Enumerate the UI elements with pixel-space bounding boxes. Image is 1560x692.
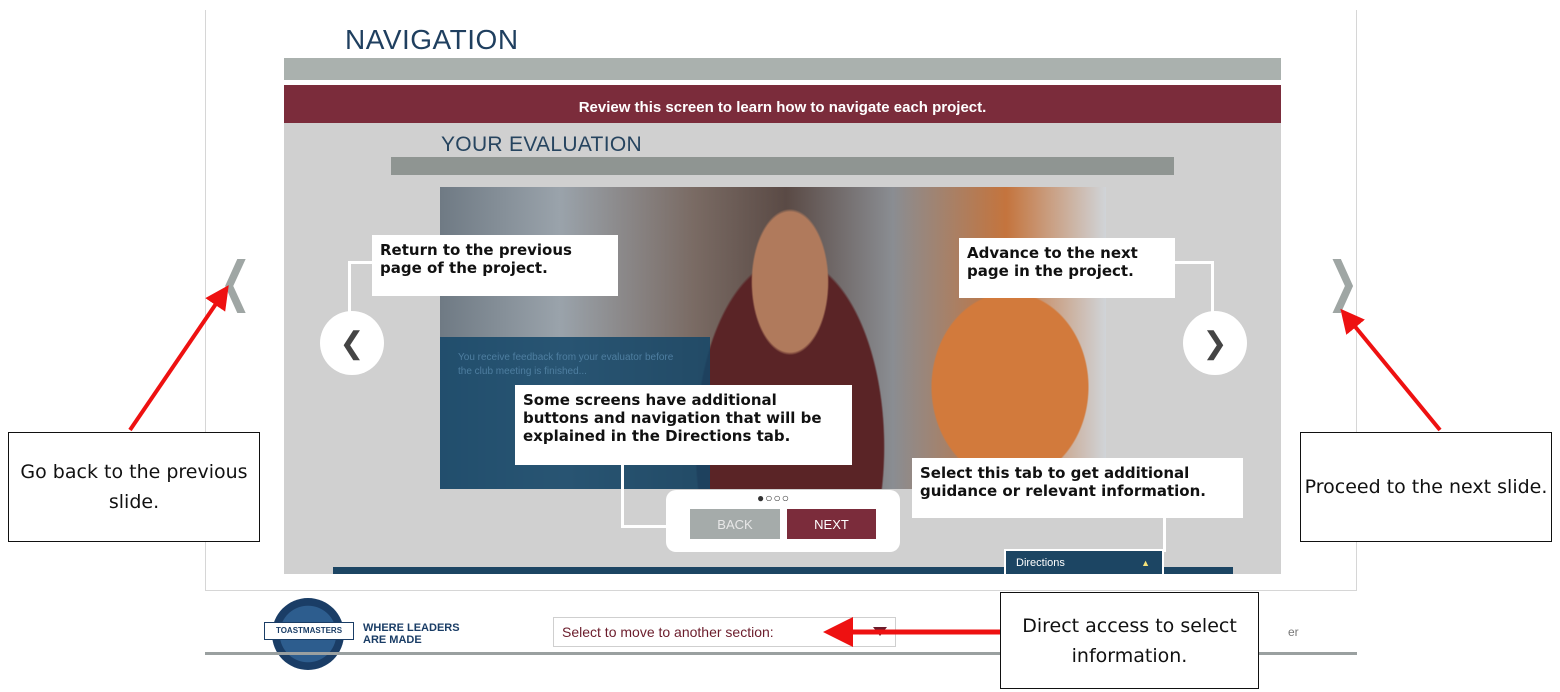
- red-arrow-right: [1340, 308, 1442, 432]
- red-arrows-overlay: [128, 285, 1442, 647]
- red-arrow-left: [128, 285, 229, 432]
